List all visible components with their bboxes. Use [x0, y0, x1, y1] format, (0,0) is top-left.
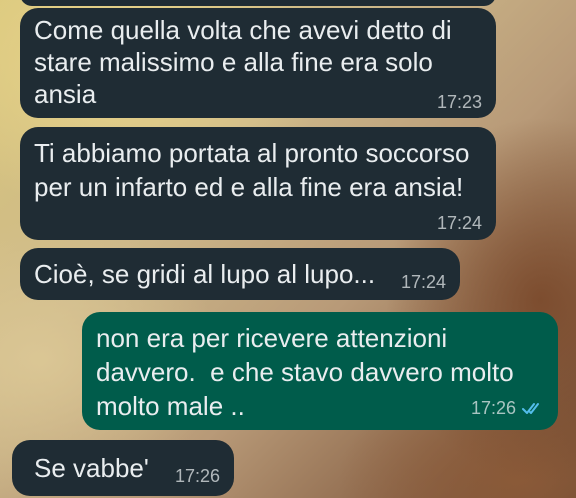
message-timestamp: 17:26	[470, 398, 516, 418]
message-line: per un infarto ed e alla fine era ansia!	[34, 172, 464, 202]
message-timestamp: 17:24	[436, 213, 482, 233]
message-line: ansia	[34, 79, 97, 109]
message-bubble[interactable]: Se vabbe' 17:26	[12, 440, 234, 496]
message-timestamp: 17:24	[400, 272, 446, 292]
message-line: davvero. e che stavo davvero molto	[96, 357, 514, 387]
message-line: stare malissimo e alla fine era solo	[34, 47, 433, 77]
message-line: Come quella volta che avevi detto di	[34, 15, 452, 45]
message-line: non era per ricevere attenzioni	[96, 323, 448, 353]
message-timestamp: 17:23	[436, 92, 482, 112]
message-line: Se vabbe'	[34, 453, 149, 483]
message-line: molto male ..	[96, 391, 245, 421]
message-bubble[interactable]: Ti abbiamo portata al pronto soccorso pe…	[20, 127, 496, 240]
chat-conversation: Come quella volta che avevi detto di sta…	[0, 0, 576, 498]
previous-message-bubble-edge	[20, 0, 496, 6]
message-bubble[interactable]: Come quella volta che avevi detto di sta…	[20, 8, 496, 118]
double-check-icon	[522, 403, 539, 414]
message-timestamp: 17:26	[174, 466, 220, 486]
message-bubble[interactable]: Cioè, se gridi al lupo al lupo... 17:24	[20, 248, 460, 300]
message-bubble-outgoing[interactable]: non era per ricevere attenzioni davvero.…	[82, 312, 558, 430]
message-line: Cioè, se gridi al lupo al lupo...	[34, 259, 376, 289]
message-line: Ti abbiamo portata al pronto soccorso	[34, 138, 470, 168]
